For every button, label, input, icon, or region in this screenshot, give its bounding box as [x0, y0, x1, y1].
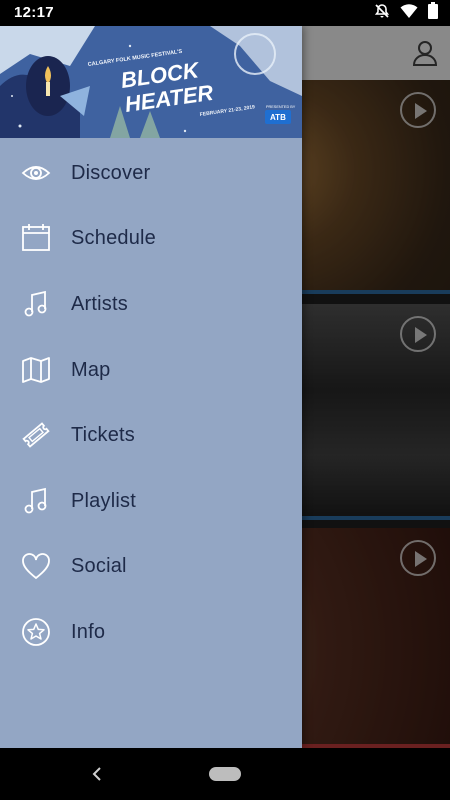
nav-label: Social — [71, 554, 127, 577]
atb-logo: ATB — [265, 110, 291, 124]
status-icons — [374, 2, 438, 24]
nav-label: Artists — [71, 292, 128, 315]
nav-item-playlist[interactable]: Playlist — [0, 473, 302, 529]
navigation-drawer: CALGARY FOLK MUSIC FESTIVAL'S BLOCK HEAT… — [0, 26, 302, 748]
nav-label: Map — [71, 358, 111, 381]
back-chevron-icon[interactable] — [86, 762, 110, 786]
ticket-icon — [20, 419, 52, 451]
nav-item-tickets[interactable]: Tickets — [0, 407, 302, 463]
nav-label: Playlist — [71, 489, 136, 512]
nav-item-schedule[interactable]: Schedule — [0, 210, 302, 266]
nav-item-map[interactable]: Map — [0, 342, 302, 398]
nav-item-social[interactable]: Social — [0, 538, 302, 594]
nav-label: Schedule — [71, 226, 156, 249]
star-icon — [20, 616, 52, 648]
music-note-icon — [20, 485, 52, 517]
app-screen: 12:17 CALGARY FOLK MUSIC FESTIVAL'S BLOC… — [0, 0, 450, 800]
festival-banner: CALGARY FOLK MUSIC FESTIVAL'S BLOCK HEAT… — [0, 26, 302, 138]
nav-item-info[interactable]: Info — [0, 604, 302, 660]
notifications-off-icon — [374, 3, 390, 24]
system-navigation-bar — [0, 748, 450, 800]
music-note-icon — [20, 288, 52, 320]
presented-by-text: PRESENTED BY — [266, 105, 296, 109]
nav-label: Tickets — [71, 423, 135, 446]
map-icon — [20, 354, 52, 386]
status-bar: 12:17 — [0, 0, 450, 26]
nav-item-discover[interactable]: Discover — [0, 145, 302, 201]
nav-item-artists[interactable]: Artists — [0, 276, 302, 332]
svg-text:ATB: ATB — [270, 113, 286, 122]
wifi-icon — [400, 3, 418, 24]
status-time: 12:17 — [14, 4, 54, 21]
nav-label: Discover — [71, 161, 151, 184]
nav-label: Info — [71, 620, 106, 643]
battery-icon — [428, 2, 438, 24]
festival-banner-art: CALGARY FOLK MUSIC FESTIVAL'S BLOCK HEAT… — [0, 26, 302, 138]
home-button[interactable] — [209, 767, 241, 781]
calendar-icon — [20, 222, 52, 254]
eye-icon — [20, 157, 52, 189]
heart-icon — [20, 550, 52, 582]
